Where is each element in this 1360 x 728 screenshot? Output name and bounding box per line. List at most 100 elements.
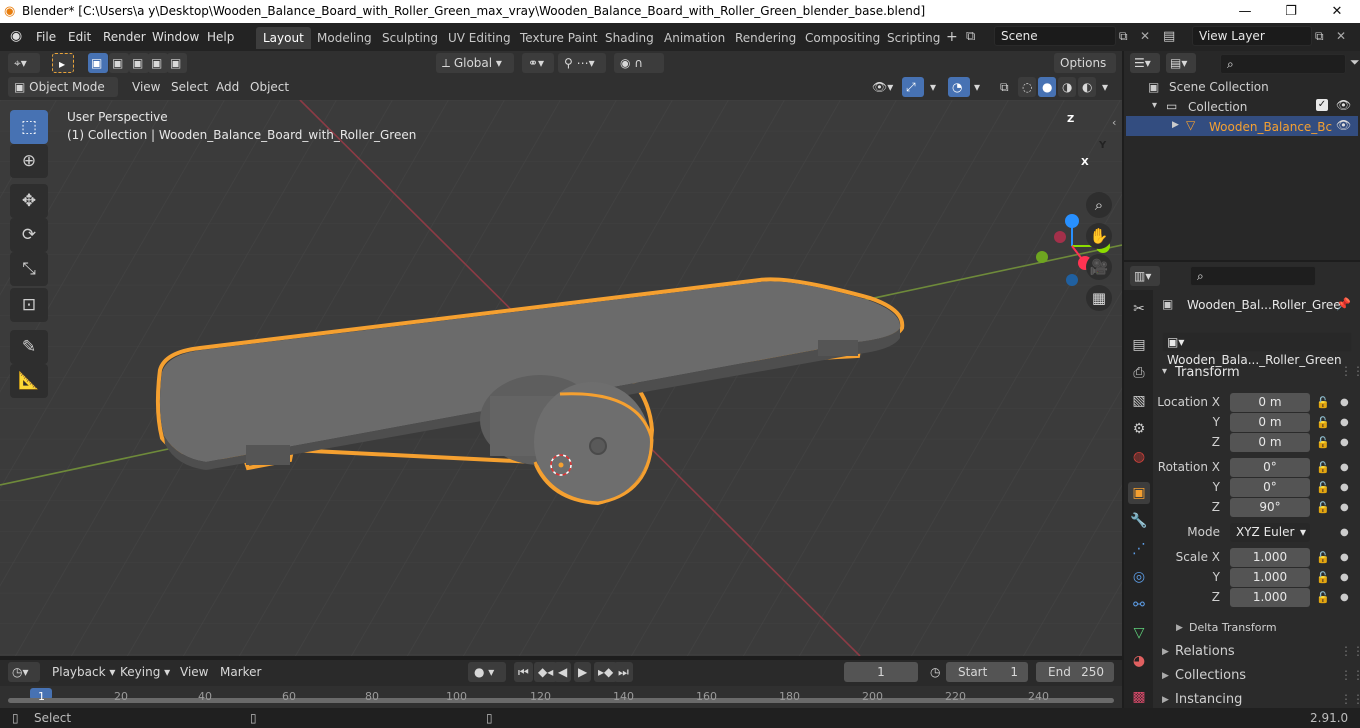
keyframe-dot-icon[interactable]: ● [1340, 462, 1349, 473]
select-mode-extend-icon[interactable]: ▣ [109, 53, 129, 73]
lock-icon[interactable]: 🔓 [1316, 501, 1330, 514]
lock-icon[interactable]: 🔓 [1316, 591, 1330, 604]
scale-y-field[interactable]: 1.000 [1230, 568, 1310, 587]
menu-window[interactable]: Window [146, 27, 205, 47]
material-tab-icon[interactable]: ◕ [1128, 650, 1150, 672]
scene-close-icon[interactable]: ✕ [1140, 29, 1150, 43]
collection-checkbox[interactable]: ✓ [1316, 99, 1328, 111]
expand-arrow-icon[interactable]: ▶ [1176, 623, 1183, 633]
constraints-tab-icon[interactable]: ⚯ [1128, 594, 1150, 616]
menu-select[interactable]: Select [165, 77, 214, 97]
output-tab-icon[interactable]: ⎙ [1128, 362, 1150, 384]
menu-file[interactable]: File [30, 27, 62, 47]
menu-help[interactable]: Help [201, 27, 240, 47]
start-frame-field[interactable]: Start 1 [946, 662, 1028, 682]
menu-edit[interactable]: Edit [62, 27, 97, 47]
maximize-button[interactable]: ❐ [1268, 0, 1314, 23]
jump-start-icon[interactable]: ⏮ [514, 662, 533, 682]
keyframe-dot-icon[interactable]: ● [1340, 502, 1349, 513]
menu-timeline-view[interactable]: View [174, 662, 214, 682]
collapse-arrow-icon[interactable]: ▾ [1152, 100, 1157, 111]
shading-wireframe-icon[interactable]: ◌ [1018, 77, 1037, 97]
preview-range-icon[interactable]: ◷ [924, 662, 946, 682]
annotate-tool-icon[interactable]: ✎ [10, 330, 48, 364]
scale-z-field[interactable]: 1.000 [1230, 588, 1310, 607]
select-mode-subtract-icon[interactable]: ▣ [129, 53, 149, 73]
tab-sculpting[interactable]: Sculpting [375, 27, 445, 49]
data-tab-icon[interactable]: ▽ [1128, 622, 1150, 644]
outliner-scene-collection[interactable]: Scene Collection [1169, 80, 1269, 94]
collections-panel[interactable]: Collections [1175, 668, 1246, 683]
location-y-field[interactable]: 0 m [1230, 413, 1310, 432]
transform-header[interactable]: Transform [1175, 365, 1240, 380]
view-layer-close-icon[interactable]: ✕ [1336, 29, 1346, 43]
sidebar-toggle-icon[interactable]: ‹ [1112, 116, 1116, 129]
editor-type-icon[interactable]: ⌖▾ [8, 53, 40, 73]
overlays-dropdown-icon[interactable]: ▾ [968, 77, 986, 97]
keyframe-dot-icon[interactable]: ● [1340, 572, 1349, 583]
keyframe-dot-icon[interactable]: ● [1340, 417, 1349, 428]
lock-icon[interactable]: 🔓 [1316, 436, 1330, 449]
lock-icon[interactable]: 🔓 [1316, 461, 1330, 474]
viewport-scene[interactable] [0, 100, 1122, 656]
options-dropdown[interactable]: Options ▾ [1054, 53, 1116, 90]
proportional-editing-icon[interactable]: ◉ ∩ [614, 53, 664, 73]
scale-tool-icon[interactable]: ⤡ [10, 252, 48, 286]
transform-grip-icon[interactable]: ⋮⋮ [1340, 364, 1360, 378]
mode-dropdown[interactable]: ▣ Object Mode ▾ [8, 77, 118, 114]
object-tab-icon[interactable]: ▣ [1128, 482, 1150, 504]
minimize-button[interactable]: — [1222, 0, 1268, 23]
object-eye-icon[interactable]: 👁 [1336, 118, 1351, 132]
tab-modeling[interactable]: Modeling [310, 27, 379, 49]
lock-icon[interactable]: 🔓 [1316, 416, 1330, 429]
delta-transform-panel[interactable]: Delta Transform [1189, 621, 1277, 634]
instancing-panel[interactable]: Instancing [1175, 692, 1242, 707]
texture-tab-icon[interactable]: ▩ [1128, 686, 1150, 708]
tab-shading[interactable]: Shading [598, 27, 661, 49]
menu-render[interactable]: Render [97, 27, 152, 47]
panel-grip-icon[interactable]: ⋮⋮ [1340, 692, 1360, 706]
menu-add[interactable]: Add [210, 77, 245, 97]
cursor-tool-icon[interactable]: ⊕ [10, 144, 48, 178]
visibility-eye-icon[interactable]: 👁▾ [866, 77, 899, 97]
rotation-mode-dropdown[interactable]: XYZ Euler ▾ [1230, 523, 1310, 542]
scene-copy-icon[interactable]: ⧉ [1119, 29, 1128, 44]
shading-material-icon[interactable]: ◑ [1058, 77, 1077, 97]
tab-rendering[interactable]: Rendering [728, 27, 803, 49]
expand-arrow-icon[interactable]: ▶ [1162, 647, 1169, 657]
collection-eye-icon[interactable]: 👁 [1336, 98, 1351, 112]
keyframe-dot-icon[interactable]: ● [1340, 397, 1349, 408]
timeline-editor-type-icon[interactable]: ◷▾ [8, 662, 40, 682]
select-mode-intersect-icon[interactable]: ▣ [167, 53, 187, 73]
particles-tab-icon[interactable]: ⋰ [1128, 538, 1150, 560]
lock-icon[interactable]: 🔓 [1316, 396, 1330, 409]
render-tab-icon[interactable]: ▤ [1128, 334, 1150, 356]
snap-icon[interactable]: ⚲ ⋯▾ [558, 53, 606, 73]
relations-panel[interactable]: Relations [1175, 644, 1235, 659]
location-z-field[interactable]: 0 m [1230, 433, 1310, 452]
play-reverse-icon[interactable]: ◀ [554, 662, 572, 682]
select-mode-new-icon[interactable]: ▣ [88, 53, 108, 73]
outliner-editor-type-icon[interactable]: ☰▾ [1130, 53, 1160, 73]
gizmo-z-label[interactable]: Z [1067, 114, 1074, 125]
gizmo-y-label[interactable]: Y [1099, 140, 1106, 151]
properties-search-input[interactable]: ⌕ [1190, 266, 1316, 286]
camera-view-icon[interactable]: 🎥 [1086, 254, 1112, 280]
view-layer-copy-icon[interactable]: ⧉ [1315, 29, 1324, 44]
lock-icon[interactable]: 🔓 [1316, 481, 1330, 494]
display-mode-icon[interactable]: ▤▾ [1166, 53, 1196, 73]
tab-scripting[interactable]: Scripting [880, 27, 947, 49]
shading-dropdown-icon[interactable]: ▾ [1096, 77, 1114, 97]
lock-icon[interactable]: 🔓 [1316, 551, 1330, 564]
tab-layout[interactable]: Layout [256, 27, 311, 49]
expand-arrow-icon[interactable]: ▶ [1172, 120, 1179, 130]
tab-texture-paint[interactable]: Texture Paint [513, 27, 604, 49]
close-button[interactable]: ✕ [1314, 0, 1360, 23]
scene-tab-icon[interactable]: ⚙ [1128, 418, 1150, 440]
tab-compositing[interactable]: Compositing [798, 27, 887, 49]
transform-tool-icon[interactable]: ⊡ [10, 288, 48, 322]
shading-rendered-icon[interactable]: ◐ [1078, 77, 1097, 97]
ortho-grid-icon[interactable]: ▦ [1086, 285, 1112, 311]
view-layer-field[interactable]: View Layer [1192, 26, 1312, 46]
keyframe-dot-icon[interactable]: ● [1340, 437, 1349, 448]
